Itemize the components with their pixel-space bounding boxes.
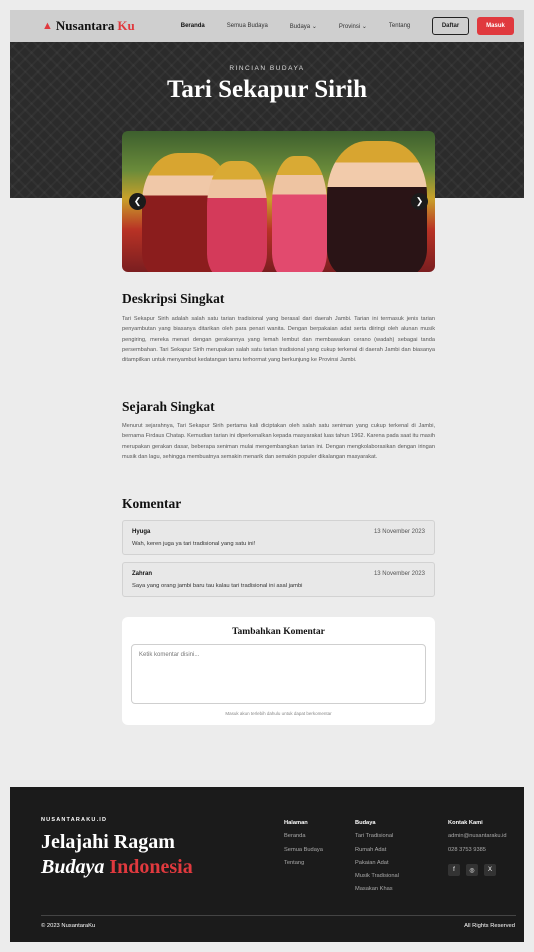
login-required-hint: Masuk akun terlebih dahulu untuk dapat b… bbox=[225, 711, 332, 716]
comment-date: 13 November 2023 bbox=[373, 571, 425, 577]
add-comment-card: Tambahkan Komentar Ketik komentar disini… bbox=[122, 617, 435, 725]
footer-rights: All Rights Reserved bbox=[464, 923, 515, 929]
footer-col-halaman: Halaman Beranda Semua Budaya Tentang bbox=[284, 817, 323, 870]
comment-textarea[interactable]: Ketik komentar disini... bbox=[131, 644, 426, 704]
footer-headline-line1: Jelajahi Ragam bbox=[41, 831, 175, 853]
footer-link-beranda[interactable]: Beranda bbox=[284, 830, 323, 843]
footer-link-tentang[interactable]: Tentang bbox=[284, 857, 323, 870]
footer-col-kontak: Kontak Kami admin@nusantaraku.id 028 375… bbox=[448, 817, 507, 857]
login-button[interactable]: Masuk bbox=[477, 17, 514, 35]
chevron-down-icon: ⌄ bbox=[361, 23, 367, 30]
instagram-icon[interactable]: ◎ bbox=[466, 864, 478, 876]
footer-link-masakan[interactable]: Masakan Khas bbox=[355, 883, 399, 896]
add-comment-heading: Tambahkan Komentar bbox=[232, 627, 325, 637]
page-title: Tari Sekapur Sirih bbox=[166, 76, 368, 103]
facebook-icon[interactable]: f bbox=[448, 864, 460, 876]
footer-headline-red: Indonesia bbox=[109, 856, 193, 878]
footer-link-semua-budaya[interactable]: Semua Budaya bbox=[284, 844, 323, 857]
logo-accent-text: Ku bbox=[117, 18, 135, 33]
x-icon[interactable]: X bbox=[484, 864, 496, 876]
social-links: f ◎ X bbox=[448, 864, 496, 876]
dancer-figure bbox=[272, 156, 327, 272]
footer-col-title: Kontak Kami bbox=[448, 820, 483, 826]
top-navbar: ▲ Nusantara Ku Beranda Semua Budaya Buday… bbox=[10, 10, 524, 42]
hero-kicker: RINCIAN BUDAYA bbox=[229, 65, 305, 72]
description-heading: Deskripsi Singkat bbox=[122, 291, 225, 306]
footer-link-pakaian[interactable]: Pakaian Adat bbox=[355, 857, 399, 870]
logo-icon: ▲ bbox=[42, 20, 53, 32]
carousel-next-button[interactable]: ❯ bbox=[411, 193, 428, 210]
comment-text: Saya yang orang jambi baru tau kalau tar… bbox=[132, 583, 303, 589]
comment-card: Hyuga 13 November 2023 Wah, keren juga y… bbox=[122, 520, 435, 555]
nav-link-tentang[interactable]: Tentang bbox=[389, 23, 410, 30]
footer-headline-white: Budaya bbox=[41, 856, 105, 878]
footer-link-musik[interactable]: Musik Tradisional bbox=[355, 870, 399, 883]
description-text: Tari Sekapur Sirih adalah salah satu tar… bbox=[122, 316, 435, 364]
carousel-prev-button[interactable]: ❮ bbox=[129, 193, 146, 210]
footer-divider bbox=[41, 915, 516, 916]
chevron-down-icon: ⌄ bbox=[311, 23, 317, 30]
nav-link-budaya[interactable]: Budaya ⌄ bbox=[290, 23, 317, 30]
nav-link-budaya-label: Budaya bbox=[289, 23, 311, 30]
footer-link-rumah[interactable]: Rumah Adat bbox=[355, 844, 399, 857]
dance-photo-carousel: ❮ ❯ bbox=[122, 131, 435, 272]
footer-col-title: Budaya bbox=[355, 820, 376, 826]
footer-col-budaya: Budaya Tari Tradisional Rumah Adat Pakai… bbox=[355, 817, 399, 897]
nav-link-semua-budaya[interactable]: Semua Budaya bbox=[227, 23, 268, 30]
nav-link-beranda[interactable]: Beranda bbox=[181, 23, 205, 30]
comment-date: 13 November 2023 bbox=[373, 529, 425, 535]
nav-link-provinsi[interactable]: Provinsi ⌄ bbox=[339, 23, 367, 30]
footer-email[interactable]: admin@nusantaraku.id bbox=[448, 830, 507, 843]
site-logo[interactable]: ▲ Nusantara Ku bbox=[42, 18, 135, 34]
logo-text: Nusantara bbox=[55, 18, 115, 33]
footer-link-tari[interactable]: Tari Tradisional bbox=[355, 830, 399, 843]
nav-links: Beranda Semua Budaya Budaya ⌄ Provinsi ⌄… bbox=[181, 23, 411, 30]
footer-brand: NUSANTARAKU.ID bbox=[41, 817, 108, 823]
dancer-figure bbox=[207, 161, 267, 272]
history-text: Menurut sejarahnya, Tari Sekapur Sirih p… bbox=[122, 423, 435, 460]
footer-col-title: Halaman bbox=[284, 820, 308, 826]
site-footer: NUSANTARAKU.ID Jelajahi Ragam Budaya Ind… bbox=[10, 787, 524, 942]
nav-link-provinsi-label: Provinsi bbox=[338, 23, 361, 30]
footer-copyright: © 2023 NusantaraKu bbox=[41, 923, 96, 929]
footer-phone: 028 3753 9385 bbox=[448, 846, 486, 853]
comments-heading: Komentar bbox=[122, 496, 182, 511]
comment-text: Wah, keren juga ya tari tradisional yang… bbox=[132, 541, 256, 547]
comment-card: Zahran 13 November 2023 Saya yang orang … bbox=[122, 562, 435, 597]
history-heading: Sejarah Singkat bbox=[122, 399, 215, 414]
register-button[interactable]: Daftar bbox=[432, 17, 469, 35]
footer-headline-line2: Budaya Indonesia bbox=[41, 856, 193, 879]
